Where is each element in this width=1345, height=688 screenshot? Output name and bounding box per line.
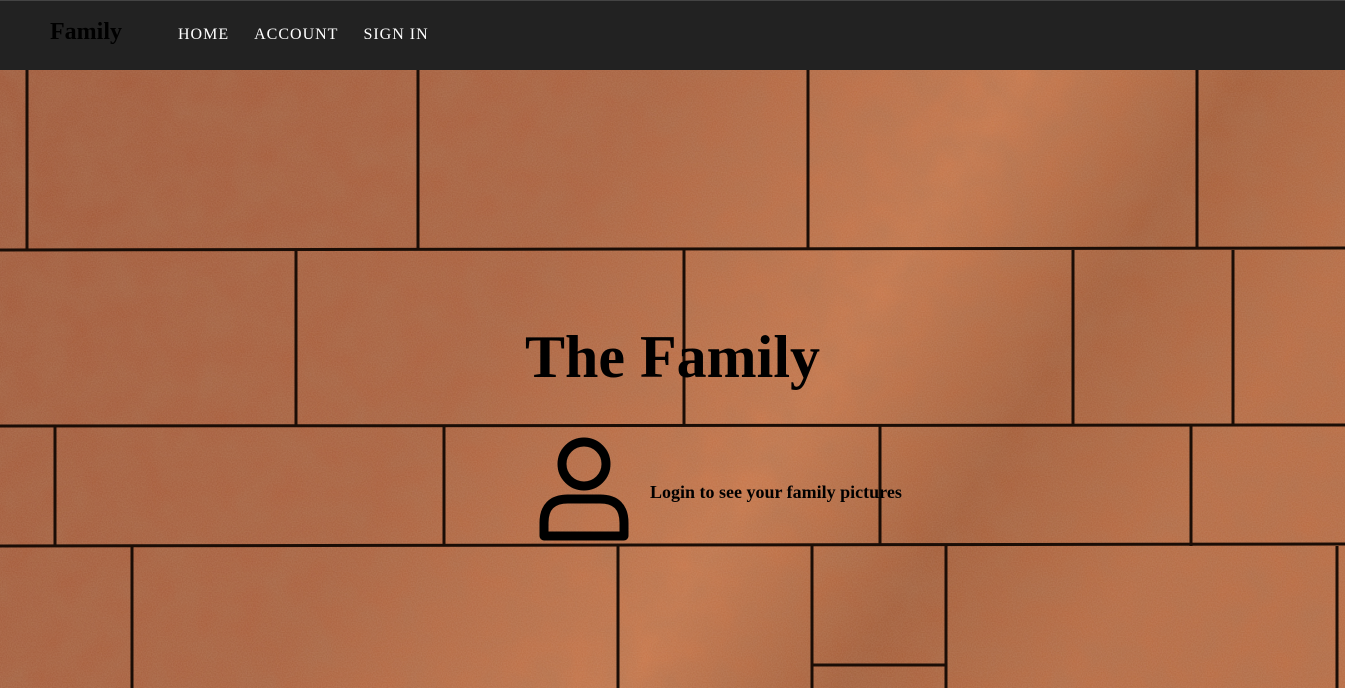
- hero-title: The Family: [525, 324, 820, 390]
- login-prompt-text: Login to see your family pictures: [650, 481, 902, 502]
- nav-links: HOME ACCOUNT SIGN IN: [178, 26, 429, 44]
- nav-link-home[interactable]: HOME: [178, 26, 229, 44]
- user-icon[interactable]: [538, 437, 630, 541]
- hero-section: The Family Login to see your family pict…: [0, 70, 1345, 688]
- nav-link-sign-in[interactable]: SIGN IN: [363, 26, 428, 44]
- nav-link-account[interactable]: ACCOUNT: [254, 26, 338, 44]
- brand-logo-link[interactable]: Family: [50, 19, 122, 46]
- login-prompt: Login to see your family pictures: [538, 437, 902, 541]
- top-navbar: Family HOME ACCOUNT SIGN IN: [0, 0, 1345, 70]
